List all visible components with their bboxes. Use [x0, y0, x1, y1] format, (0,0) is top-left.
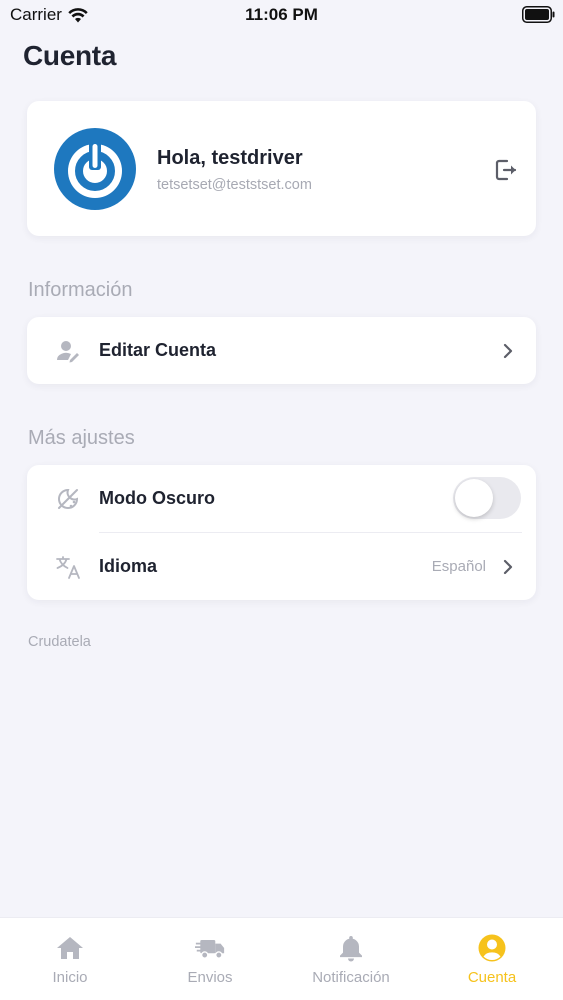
battery-icon: [522, 6, 555, 23]
bell-icon: [340, 936, 362, 962]
user-edit-icon: [56, 341, 79, 363]
tab-inicio[interactable]: Inicio: [0, 918, 140, 1000]
profile-email: tetsetset@teststset.com: [157, 177, 312, 193]
footer-brand: Crudatela: [28, 634, 91, 650]
language-value: Español: [431, 558, 486, 575]
dark-mode-label: Modo Oscuro: [99, 488, 215, 508]
tab-notificacion[interactable]: Notificación: [281, 918, 421, 1000]
toggle-knob: [455, 479, 493, 517]
account-screen: Carrier 11:06 PM Cuenta Hola, testdriver…: [0, 0, 563, 1000]
logout-button[interactable]: [493, 156, 519, 184]
edit-account-label: Editar Cuenta: [99, 340, 217, 360]
translate-icon: [56, 556, 80, 579]
tab-label: Cuenta: [467, 969, 517, 986]
status-bar: Carrier 11:06 PM: [0, 0, 563, 30]
profile-card: Hola, testdriver tetsetset@teststset.com: [27, 101, 536, 236]
page-title: Cuenta: [23, 40, 117, 71]
chevron-right-icon: [503, 559, 513, 575]
settings-card: Modo Oscuro Idioma Español: [27, 465, 536, 600]
chevron-right-icon: [503, 343, 513, 359]
logout-icon: [495, 159, 517, 181]
dark-mode-row: Modo Oscuro: [27, 465, 536, 532]
truck-icon: [195, 940, 225, 959]
user-circle-icon: [478, 934, 506, 962]
tab-label: Notificación: [312, 969, 390, 986]
section-label-more-settings: Más ajustes: [28, 427, 135, 449]
status-time: 11:06 PM: [245, 5, 318, 24]
tab-label: Inicio: [52, 969, 88, 986]
section-label-info: Información: [28, 279, 133, 301]
tab-bar: Inicio Envios Notificación Cuenta: [0, 917, 563, 1000]
tab-cuenta[interactable]: Cuenta: [422, 918, 562, 1000]
edit-account-row[interactable]: Editar Cuenta: [27, 317, 536, 384]
dark-mode-icon: [58, 488, 79, 509]
tab-envios[interactable]: Envios: [140, 918, 280, 1000]
profile-greeting: Hola, testdriver: [157, 147, 303, 169]
avatar: [54, 128, 136, 210]
dark-mode-toggle[interactable]: [453, 477, 521, 519]
home-icon: [57, 937, 83, 959]
tab-label: Envios: [187, 969, 233, 986]
language-row[interactable]: Idioma Español: [27, 533, 536, 600]
language-label: Idioma: [99, 556, 158, 576]
edit-account-card: Editar Cuenta: [27, 317, 536, 384]
